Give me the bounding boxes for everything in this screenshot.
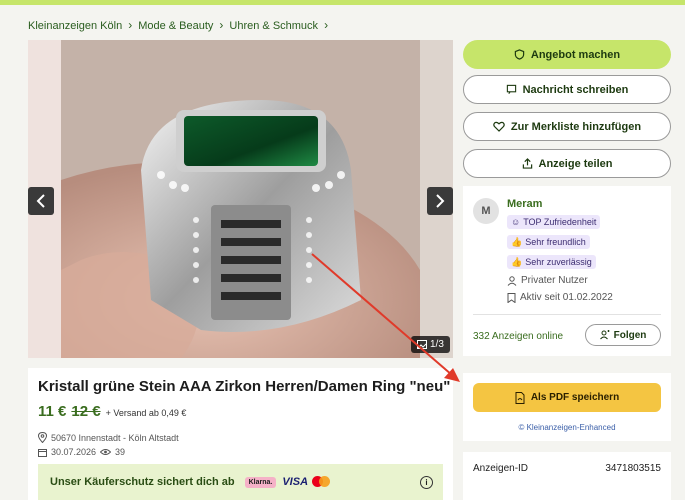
seller-type: Privater Nutzer <box>507 275 588 286</box>
add-to-watchlist-button[interactable]: Zur Merkliste hinzufügen <box>463 112 671 141</box>
make-offer-label: Angebot machen <box>530 48 621 61</box>
klarna-logo: Klarna. <box>244 476 277 488</box>
shipping-info: + Versand ab 0,49 € <box>105 408 187 418</box>
ring-illustration <box>61 40 420 358</box>
price-row: 11 € 12 € + Versand ab 0,49 € <box>38 403 186 420</box>
breadcrumb: Kleinanzeigen Köln › Mode & Beauty › Uhr… <box>28 18 329 32</box>
send-message-label: Nachricht schreiben <box>522 83 629 96</box>
location-pin-icon <box>38 432 47 443</box>
follow-button[interactable]: Folgen <box>585 324 661 346</box>
image-counter-text: 1/3 <box>430 339 444 350</box>
image-gallery: 1/3 <box>28 40 453 358</box>
avatar[interactable]: M <box>473 198 499 224</box>
image-counter: 1/3 <box>411 336 450 353</box>
eye-icon <box>100 449 112 455</box>
chevron-right-icon: › <box>324 18 329 32</box>
thumbs-up-icon: 👍 <box>511 236 523 247</box>
chat-icon <box>506 84 516 94</box>
image-icon <box>417 340 427 349</box>
breadcrumb-item-subcategory[interactable]: Uhren & Schmuck <box>229 20 318 32</box>
listing-details: Kristall grüne Stein AAA Zirkon Herren/D… <box>28 368 453 500</box>
chevron-right-icon <box>436 194 445 208</box>
buyer-protection-text: Unser Käuferschutz sichert dich ab <box>50 476 235 488</box>
breadcrumb-item-city[interactable]: Kleinanzeigen Köln <box>28 20 122 32</box>
shield-icon <box>514 49 525 60</box>
listing-title: Kristall grüne Stein AAA Zirkon Herren/D… <box>38 378 451 395</box>
send-message-button[interactable]: Nachricht schreiben <box>463 75 671 104</box>
ad-id-value: 3471803515 <box>605 463 661 474</box>
user-icon <box>507 275 517 286</box>
seller-active-since: Aktiv seit 01.02.2022 <box>507 292 613 303</box>
product-photo[interactable] <box>61 40 420 358</box>
ad-id-label: Anzeigen-ID <box>473 463 529 474</box>
visa-logo: VISA <box>282 476 309 488</box>
share-ad-label: Anzeige teilen <box>538 157 613 170</box>
heart-icon <box>493 121 505 132</box>
badge-top-satisfaction: ☺ TOP Zufriedenheit <box>507 215 601 229</box>
add-to-watchlist-label: Zur Merkliste hinzufügen <box>510 120 642 133</box>
buyer-protection-banner: Unser Käuferschutz sichert dich ab Klarn… <box>38 464 443 500</box>
badge-label: Sehr freundlich <box>525 237 586 247</box>
share-icon <box>522 158 532 169</box>
listing-date: 30.07.2026 <box>51 447 97 457</box>
share-ad-button[interactable]: Anzeige teilen <box>463 149 671 178</box>
location-text: 50670 Innenstadt - Köln Altstadt <box>51 432 179 443</box>
save-as-pdf-button[interactable]: Als PDF speichern <box>473 383 661 412</box>
mastercard-logo <box>312 476 331 488</box>
seller-active-since-text: Aktiv seit 01.02.2022 <box>520 292 613 303</box>
seller-type-text: Privater Nutzer <box>521 275 588 286</box>
gallery-prev-button[interactable] <box>28 187 54 215</box>
follow-user-icon <box>599 330 610 340</box>
pdf-card: Als PDF speichern © Kleinanzeigen-Enhanc… <box>463 373 671 441</box>
bookmark-icon <box>507 292 516 303</box>
follow-label: Folgen <box>613 329 647 341</box>
pdf-icon <box>515 391 525 404</box>
info-icon[interactable]: i <box>420 476 433 489</box>
top-accent-bar <box>0 0 685 5</box>
chevron-right-icon: › <box>128 18 133 32</box>
extension-credit: © Kleinanzeigen-Enhanced <box>518 423 616 432</box>
location: 50670 Innenstadt - Köln Altstadt <box>38 432 179 443</box>
ad-id-card: Anzeigen-ID 3471803515 <box>463 452 671 500</box>
badge-very-friendly: 👍 Sehr freundlich <box>507 235 590 249</box>
smiley-icon: ☺ <box>511 217 521 227</box>
current-price: 11 € <box>38 403 67 420</box>
seller-card: M Meram ☺ TOP Zufriedenheit 👍 Sehr freun… <box>463 186 671 356</box>
thumbs-up-icon: 👍 <box>511 256 523 267</box>
date-views: 30.07.2026 39 <box>38 447 125 457</box>
seller-name[interactable]: Meram <box>507 198 542 210</box>
badge-label: TOP Zufriedenheit <box>523 217 597 227</box>
calendar-icon <box>38 448 47 457</box>
save-as-pdf-label: Als PDF speichern <box>530 392 620 403</box>
view-count: 39 <box>115 447 126 457</box>
old-price: 12 € <box>71 403 101 420</box>
badge-label: Sehr zuverlässig <box>525 257 592 267</box>
make-offer-button[interactable]: Angebot machen <box>463 40 671 69</box>
badge-very-reliable: 👍 Sehr zuverlässig <box>507 255 596 269</box>
ads-online-link[interactable]: 332 Anzeigen online <box>473 331 563 342</box>
chevron-right-icon: › <box>219 18 224 32</box>
chevron-left-icon <box>36 194 45 208</box>
seller-card-divider <box>473 314 661 315</box>
breadcrumb-item-category[interactable]: Mode & Beauty <box>138 20 213 32</box>
gallery-next-button[interactable] <box>427 187 453 215</box>
